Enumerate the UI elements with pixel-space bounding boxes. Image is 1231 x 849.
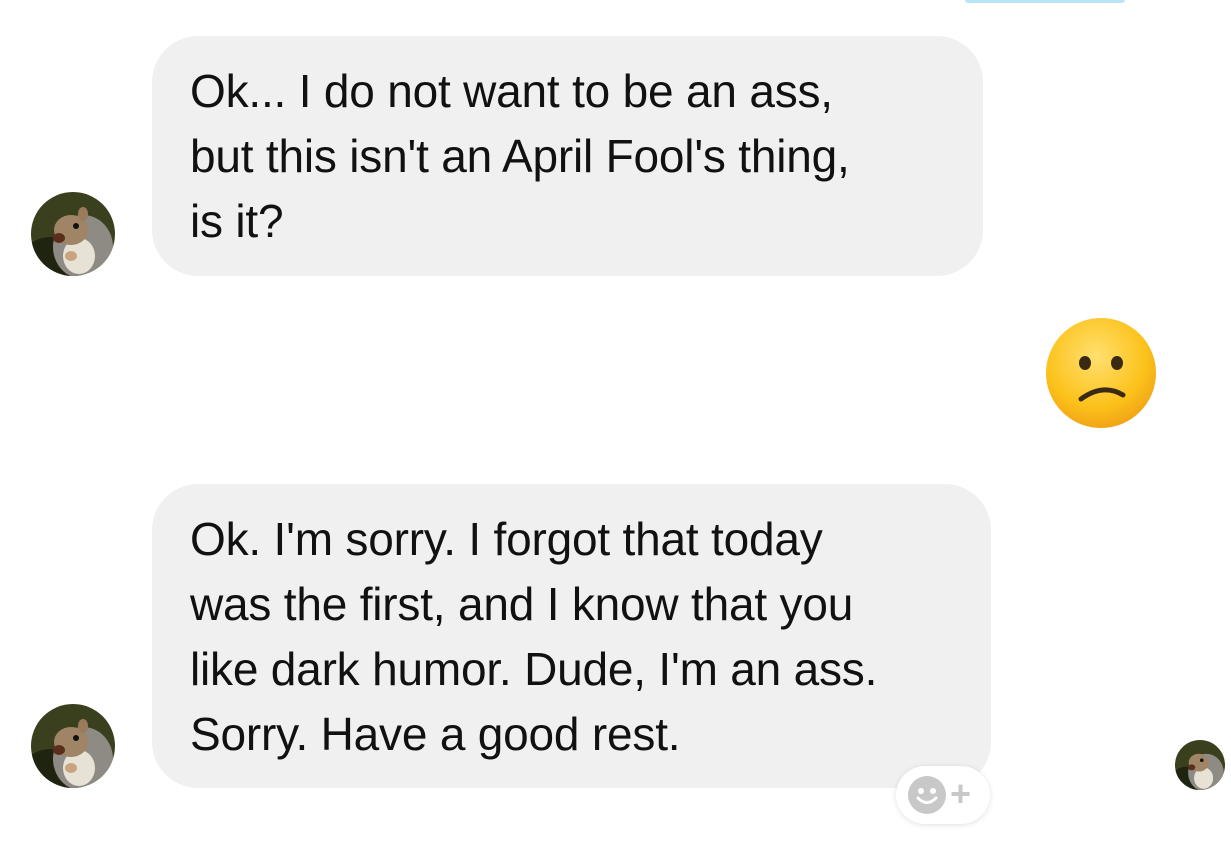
squirrel-avatar-image xyxy=(31,704,115,788)
sender-avatar[interactable] xyxy=(31,192,115,276)
add-reaction-button[interactable]: + xyxy=(896,766,990,824)
smiley-face-icon xyxy=(908,776,946,814)
previous-message-edge xyxy=(965,0,1125,3)
plus-icon: + xyxy=(950,773,972,814)
incoming-message-bubble[interactable]: Ok... I do not want to be an ass, but th… xyxy=(152,36,983,276)
sender-avatar[interactable] xyxy=(31,704,115,788)
squirrel-avatar-image xyxy=(1175,740,1225,790)
confused-face-emoji[interactable] xyxy=(1045,317,1157,429)
message-text: Ok... I do not want to be an ass, but th… xyxy=(190,65,850,247)
incoming-message-bubble[interactable]: Ok. I'm sorry. I forgot that today was t… xyxy=(152,484,991,788)
message-text: Ok. I'm sorry. I forgot that today was t… xyxy=(190,513,878,760)
squirrel-avatar-image xyxy=(31,192,115,276)
read-receipt-avatar xyxy=(1175,740,1225,790)
